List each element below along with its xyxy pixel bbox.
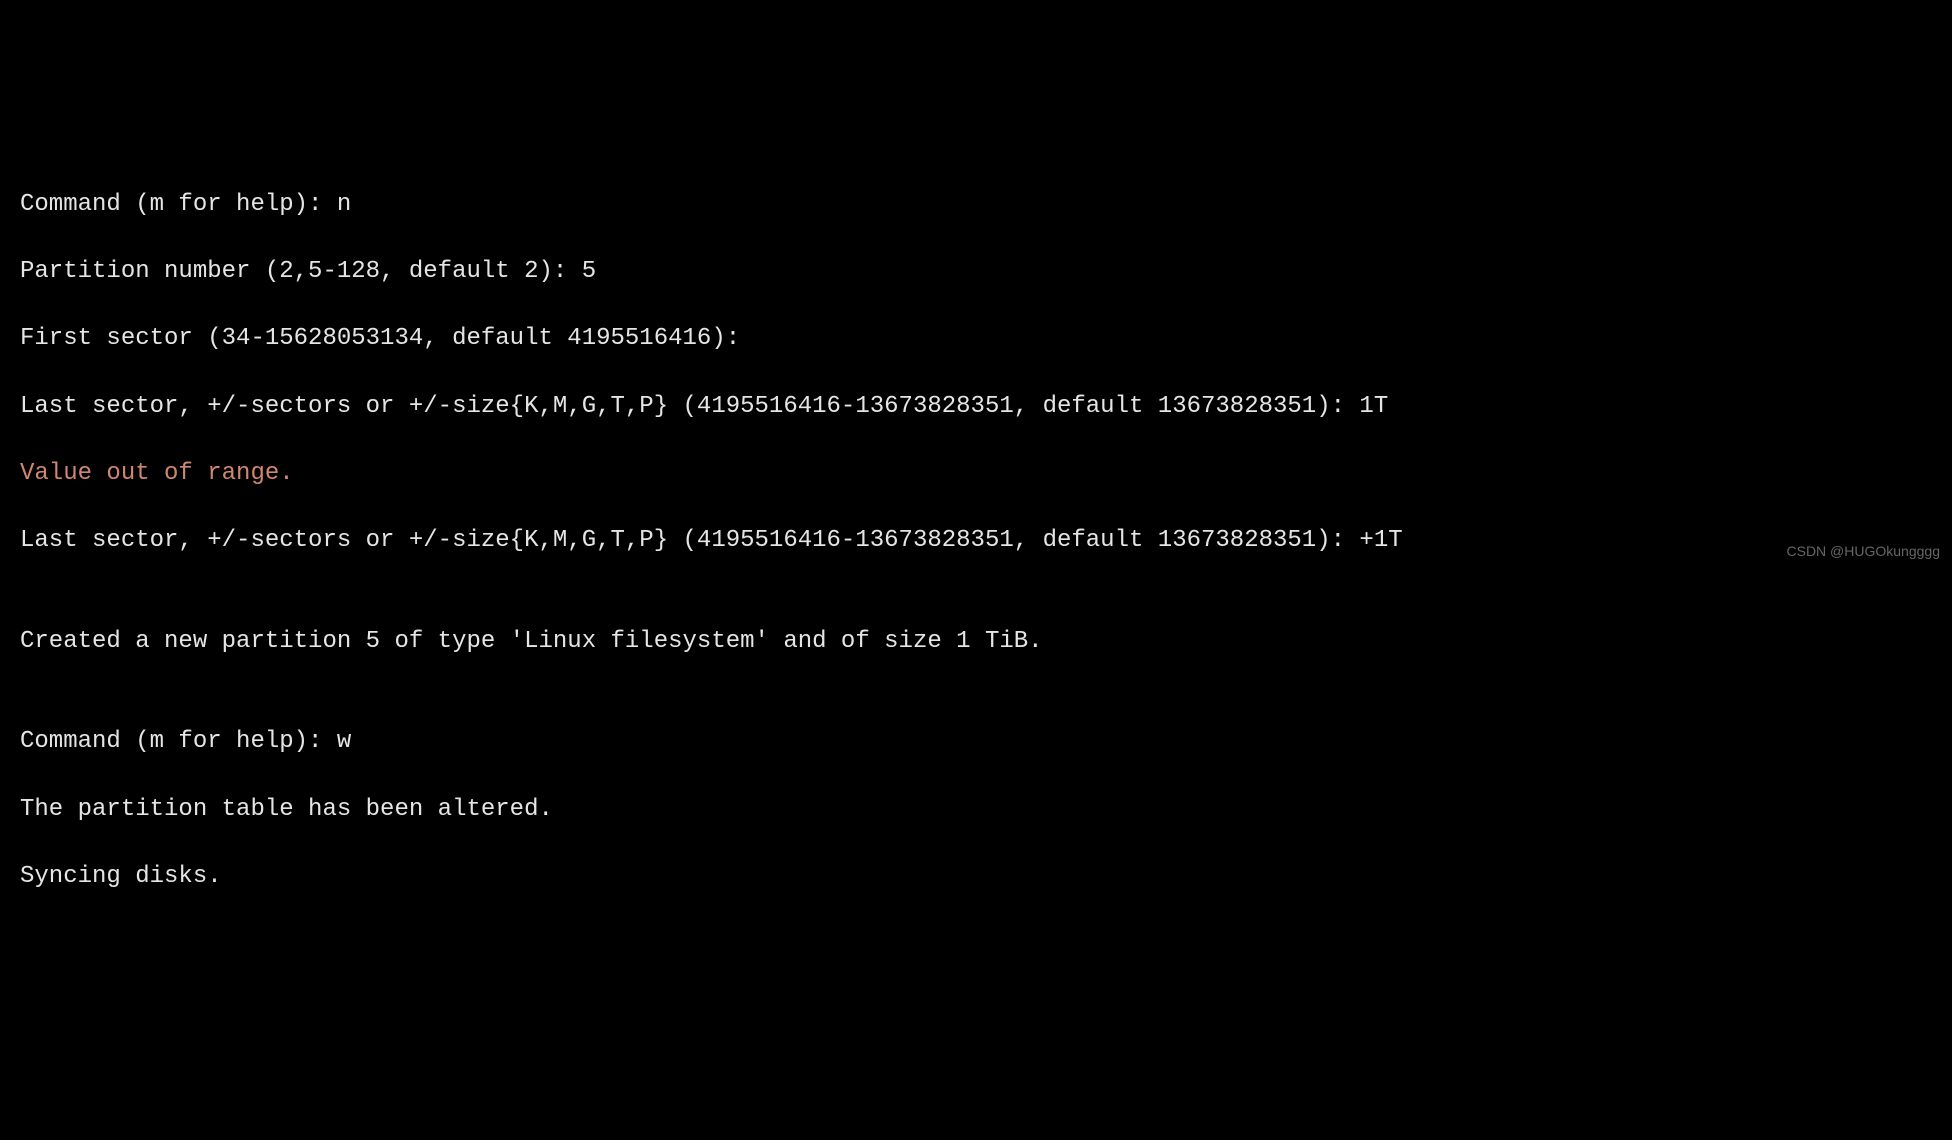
terminal-output: Command (m for help): n Partition number… — [20, 154, 1932, 927]
last-sector-line-1: Last sector, +/-sectors or +/-size{K,M,G… — [20, 390, 1932, 424]
watermark-text: CSDN @HUGOkungggg — [1787, 542, 1941, 562]
command-prompt-line: Command (m for help): w — [20, 725, 1932, 759]
user-input: +1T — [1359, 527, 1402, 554]
prompt-text: First sector (34-15628053134, default 41… — [20, 325, 755, 352]
altered-message: The partition table has been altered. — [20, 793, 1932, 827]
user-input: w — [337, 728, 351, 755]
first-sector-line: First sector (34-15628053134, default 41… — [20, 322, 1932, 356]
prompt-text: Command (m for help): — [20, 728, 337, 755]
last-sector-line-2: Last sector, +/-sectors or +/-size{K,M,G… — [20, 524, 1932, 558]
user-input: n — [337, 191, 351, 218]
user-input: 5 — [582, 258, 596, 285]
prompt-text: Last sector, +/-sectors or +/-size{K,M,G… — [20, 393, 1359, 420]
syncing-message: Syncing disks. — [20, 860, 1932, 894]
prompt-text: Last sector, +/-sectors or +/-size{K,M,G… — [20, 527, 1359, 554]
user-input: 1T — [1359, 393, 1388, 420]
command-prompt-line: Command (m for help): n — [20, 188, 1932, 222]
prompt-text: Command (m for help): — [20, 191, 337, 218]
prompt-text: Partition number (2,5-128, default 2): — [20, 258, 582, 285]
created-partition-message: Created a new partition 5 of type 'Linux… — [20, 625, 1932, 659]
error-message: Value out of range. — [20, 457, 1932, 491]
partition-number-line: Partition number (2,5-128, default 2): 5 — [20, 255, 1932, 289]
